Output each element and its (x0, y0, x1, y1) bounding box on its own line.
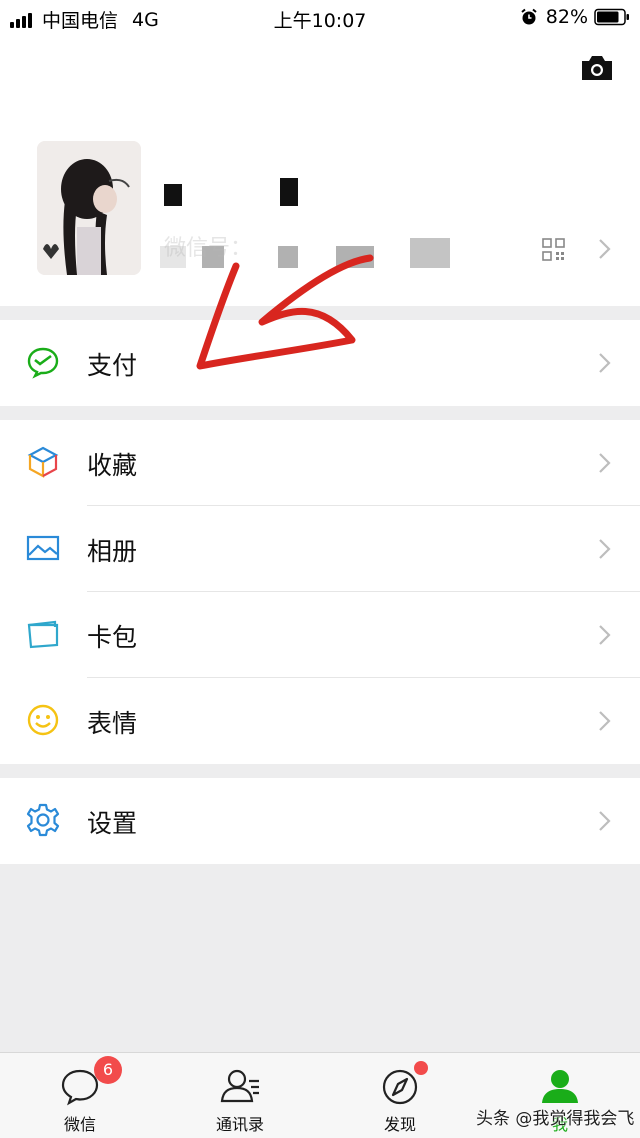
menu-group-settings: 设置 (0, 778, 640, 864)
menu-label-cards: 卡包 (87, 623, 138, 652)
status-right: 82% (520, 6, 630, 28)
profile-header[interactable]: 微信号： (0, 34, 640, 306)
menu-label-pay: 支付 (87, 351, 138, 380)
contacts-icon (220, 1069, 259, 1103)
smiley-icon (27, 704, 59, 736)
watermark: 头条 @我觉得我会飞 (476, 1109, 635, 1129)
album-image-icon (26, 535, 60, 561)
avatar[interactable] (37, 141, 141, 275)
favorites-cube-icon (27, 446, 59, 478)
tab-chats[interactable]: 6 微信 (0, 1053, 160, 1138)
tab-label-discover: 发现 (383, 1115, 416, 1134)
chevron-right-icon (598, 710, 612, 732)
menu-item-album[interactable]: 相册 (0, 506, 640, 592)
avatar-image (37, 141, 141, 275)
alarm-icon (521, 8, 537, 25)
menu-group-main: 收藏 相册 卡包 表情 (0, 420, 640, 764)
tab-contacts[interactable]: 通讯录 (160, 1053, 320, 1138)
chevron-right-icon (598, 352, 612, 374)
battery-icon (594, 8, 629, 26)
qr-code-icon[interactable] (542, 238, 565, 261)
tab-label-chats: 微信 (63, 1115, 96, 1134)
menu-group-pay: 支付 (0, 320, 640, 406)
menu-label-favorites: 收藏 (87, 451, 138, 480)
chevron-right-icon (598, 452, 612, 474)
card-wallet-icon (27, 620, 59, 649)
status-bar: 中国电信 4G 上午10:07 82% (0, 0, 640, 34)
tab-label-contacts: 通讯录 (215, 1115, 264, 1134)
menu-item-cards[interactable]: 卡包 (0, 592, 640, 678)
menu-item-stickers[interactable]: 表情 (0, 678, 640, 764)
menu-item-pay[interactable]: 支付 (0, 320, 640, 406)
chevron-right-icon (598, 238, 612, 264)
unread-badge: 6 (94, 1056, 122, 1084)
menu-item-favorites[interactable]: 收藏 (0, 420, 640, 506)
menu-item-settings[interactable]: 设置 (0, 778, 640, 864)
menu-label-settings: 设置 (87, 809, 138, 838)
camera-icon[interactable] (580, 54, 614, 82)
compass-icon (382, 1069, 418, 1105)
chevron-right-icon (598, 538, 612, 560)
menu-label-stickers: 表情 (87, 709, 138, 738)
chevron-right-icon (598, 624, 612, 646)
discover-notification-dot (414, 1061, 428, 1075)
tab-discover[interactable]: 发现 (320, 1053, 480, 1138)
pay-icon (27, 347, 59, 379)
gear-icon (26, 803, 60, 837)
wechat-id-label: 微信号： (164, 236, 253, 261)
chevron-right-icon (598, 810, 612, 832)
menu-label-album: 相册 (87, 537, 138, 566)
person-icon-active (542, 1070, 578, 1103)
battery-percent: 82% (545, 6, 588, 28)
